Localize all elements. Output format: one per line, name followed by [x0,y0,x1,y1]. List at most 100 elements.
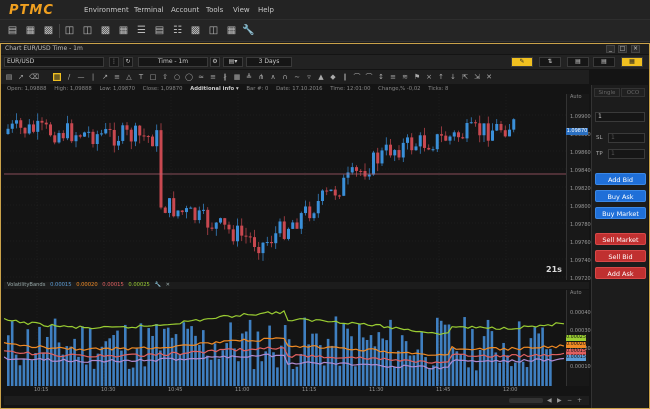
measure-icon[interactable]: ↕ [377,73,385,81]
maximize-button[interactable]: □ [618,45,627,53]
tab-single[interactable]: Single [594,88,620,97]
close-button[interactable]: × [631,45,640,53]
ticker-icon[interactable]: ▩ [189,24,202,37]
chart-icon[interactable]: ▤ [6,24,19,37]
sheet-toggle-icon[interactable]: ▤ [567,57,589,67]
account-icon[interactable]: ◫ [207,24,220,37]
cursor-icon[interactable]: ➚ [17,73,25,81]
buy-ask-button[interactable]: Buy Ask [595,190,646,202]
text-icon[interactable]: T [137,73,145,81]
scroll-left-icon[interactable]: ◀ [547,397,552,404]
channel-icon[interactable]: ≡ [113,73,121,81]
arrow-icon[interactable]: ⇧ [161,73,169,81]
chart-sheet-icon[interactable]: ▩ [42,24,55,37]
table-icon[interactable]: ▩ [99,24,112,37]
gann-icon[interactable]: ▦ [233,73,241,81]
positions-icon[interactable]: ▦ [117,24,130,37]
zoom-in-icon[interactable]: + [577,397,582,404]
pencil-icon[interactable]: ✎ [511,57,533,67]
link-icon[interactable]: ↻ [123,57,133,67]
zoom-icon[interactable]: ▦ [53,73,61,81]
add-bid-button[interactable]: Add Bid [595,173,646,185]
trash-icon[interactable]: ✕ [485,73,493,81]
stats-icon[interactable]: ▦ [225,24,238,37]
scroll-right-icon[interactable]: ▶ [557,397,562,404]
fib-ext-icon[interactable]: ≡ [389,73,397,81]
indicator-settings-icon[interactable]: 🔧 [155,282,161,288]
chart-scrollbar[interactable]: ◀ ▶ − + [4,396,589,405]
panel-toggle-icon[interactable]: ▦ [621,57,643,67]
price-axis-auto[interactable]: Auto [570,94,582,100]
line-icon[interactable]: / [65,73,73,81]
time-axis[interactable]: 10:15 10:30 10:45 11:00 11:15 11:30 11:45 12:00 [4,386,566,395]
scroll-thumb[interactable] [509,398,543,403]
polyline-icon[interactable]: ≈ [197,73,205,81]
elliott-icon[interactable]: ≋ [401,73,409,81]
regression-icon[interactable]: ≜ [245,73,253,81]
tri-icon[interactable]: ▿ [305,73,313,81]
menu-environment[interactable]: Environment [84,6,129,14]
indicator-close-icon[interactable]: ✕ [166,282,170,288]
order-icon[interactable]: ◫ [63,24,76,37]
symbol-input[interactable]: EUR/USD [4,57,104,67]
expand-icon[interactable]: ⇱ [461,73,469,81]
minimize-button[interactable]: _ [606,45,615,53]
menu-account[interactable]: Account [171,6,199,14]
circle-icon[interactable]: ◯ [185,73,193,81]
bars-icon[interactable]: ▦ [24,24,37,37]
crosshair-icon[interactable]: ▤ [5,73,13,81]
blotter-icon[interactable]: ◫ [81,24,94,37]
candlestick-chart[interactable] [4,94,566,280]
fib-icon[interactable]: ≡ [209,73,217,81]
rect-icon[interactable]: □ [149,73,157,81]
quantity-input[interactable]: 1 [595,112,645,122]
pitch-icon[interactable]: ▲ [317,73,325,81]
price-axis[interactable]: Auto 1.09900 1.09880 1.09860 1.09840 1.09820… [566,94,591,282]
sell-market-button[interactable]: Sell Market [595,233,646,245]
sl-input[interactable]: 1 [608,133,645,143]
down-arrow-icon[interactable]: ↓ [449,73,457,81]
menu-tools[interactable]: Tools [206,6,223,14]
wave-icon[interactable]: ∼ [293,73,301,81]
buy-market-button[interactable]: Buy Market [595,207,646,219]
collapse-icon[interactable]: ⇲ [473,73,481,81]
range-select[interactable]: 3 Days [246,57,292,67]
gear-icon[interactable]: ⚙ [210,57,220,67]
chart-type-select[interactable]: ▤▾ [223,57,243,67]
symbol-lookup-icon[interactable]: ⋮ [109,57,119,67]
fib-fan-icon[interactable]: ∧ [269,73,277,81]
arc-icon[interactable]: ⌒ [353,73,361,81]
andrews-icon[interactable]: ⋔ [257,73,265,81]
mark-icon[interactable]: × [425,73,433,81]
tp-input[interactable]: 1 [608,149,645,159]
timeframe-select[interactable]: Time - 1m [138,57,208,67]
label-icon[interactable]: ⚑ [413,73,421,81]
menu-terminal[interactable]: Terminal [134,6,164,14]
sell-bid-button[interactable]: Sell Bid [595,250,646,262]
info-additional[interactable]: Additional info ▾ [190,86,239,92]
zoom-out-icon[interactable]: − [567,397,572,404]
hline-icon[interactable]: — [77,73,85,81]
sector-icon[interactable]: ⌒ [365,73,373,81]
tab-oco[interactable]: OCO [621,88,645,97]
sort-icon[interactable]: ⇅ [539,57,561,67]
cycle-icon[interactable]: ∩ [281,73,289,81]
triangle-icon[interactable]: △ [125,73,133,81]
ray-icon[interactable]: ↗ [101,73,109,81]
shape-icon[interactable]: ◆ [329,73,337,81]
menu-help[interactable]: Help [258,6,274,14]
up-arrow-icon[interactable]: ↑ [437,73,445,81]
eraser-icon[interactable]: ⌫ [29,73,39,81]
sheet-icon[interactable]: ▤ [153,24,166,37]
wrench-icon[interactable]: 🔧 [242,24,255,37]
ellipse-icon[interactable]: ○ [173,73,181,81]
add-ask-button[interactable]: Add Ask [595,267,646,279]
panel-left-icon[interactable]: ▤ [593,57,615,67]
parallel-icon[interactable]: ∥ [341,73,349,81]
indicator-axis-auto[interactable]: Auto [570,290,582,296]
list-icon[interactable]: ☰ [135,24,148,37]
news-icon[interactable]: ☷ [171,24,184,37]
menu-view[interactable]: View [233,6,250,14]
vline-icon[interactable]: | [89,73,97,81]
indicator-chart[interactable] [4,290,566,386]
